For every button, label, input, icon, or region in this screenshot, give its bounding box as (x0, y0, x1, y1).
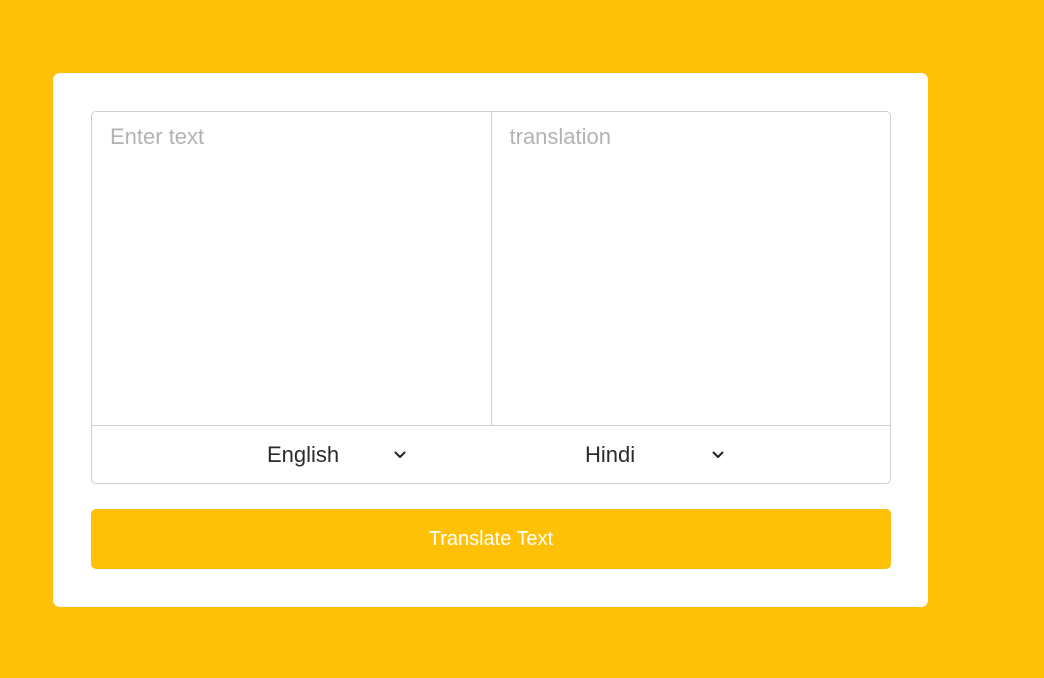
target-language-label: Hindi (585, 442, 636, 467)
target-language-select[interactable]: Hindi (585, 440, 725, 470)
source-language-label: English (267, 442, 340, 467)
chevron-down-icon (393, 448, 407, 462)
translation-output[interactable] (491, 112, 890, 426)
text-row (92, 112, 890, 426)
source-language-select[interactable]: English (267, 440, 407, 470)
language-controls: English Hindi (92, 425, 890, 483)
source-text-input[interactable] (92, 112, 492, 426)
chevron-down-icon (711, 448, 725, 462)
translator-panel: English Hindi (91, 111, 891, 484)
translate-button[interactable]: Translate Text (91, 509, 891, 569)
translator-card: English Hindi Translate Text (53, 73, 928, 607)
